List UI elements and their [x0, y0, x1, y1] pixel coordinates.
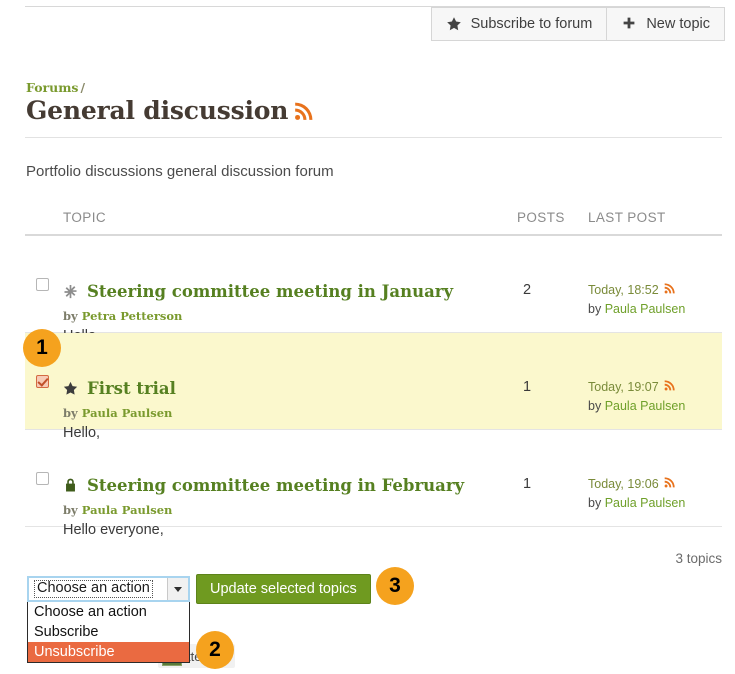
- forum-description: Portfolio discussions general discussion…: [26, 163, 334, 180]
- topic-by-label: by: [63, 503, 78, 517]
- last-post-time-text: Today, 19:07: [588, 378, 659, 396]
- topic-select-checkbox[interactable]: [36, 278, 49, 291]
- rss-icon[interactable]: [664, 281, 675, 299]
- topic-post-count: 1: [503, 476, 551, 492]
- breadcrumb-separator: /: [80, 80, 85, 95]
- column-header-posts: POSTS: [517, 210, 565, 225]
- last-post-author-name[interactable]: Paula Paulsen: [605, 496, 686, 510]
- last-post-author: by Paula Paulsen: [588, 397, 685, 415]
- table-row: First trial by Paula Paulsen Hello, 1 To…: [25, 333, 722, 430]
- topic-by-label: by: [63, 406, 78, 420]
- new-topic-label: New topic: [646, 16, 710, 32]
- topic-author-name[interactable]: Paula Paulsen: [82, 406, 173, 420]
- star-filled-icon: [63, 380, 78, 397]
- plus-icon: [621, 16, 637, 32]
- update-selected-topics-button[interactable]: Update selected topics: [196, 574, 371, 604]
- topic-last-post: Today, 19:06 by Paula Paulsen: [588, 475, 685, 512]
- topic-select-checkbox[interactable]: [36, 375, 49, 388]
- last-post-author-name[interactable]: Paula Paulsen: [605, 302, 686, 316]
- action-select-value: Choose an action: [34, 580, 153, 598]
- last-post-time: Today, 19:07: [588, 378, 675, 396]
- page-title: General discussion: [26, 96, 313, 125]
- annotation-badge-2: 2: [196, 631, 234, 669]
- topic-link[interactable]: Steering committee meeting in January: [63, 282, 453, 301]
- rss-icon[interactable]: [664, 475, 675, 493]
- last-post-author-name[interactable]: Paula Paulsen: [605, 399, 686, 413]
- topic-author-name[interactable]: Paula Paulsen: [82, 503, 173, 517]
- topic-author: by Paula Paulsen: [63, 406, 172, 420]
- topic-snippet: Hello everyone,: [63, 522, 164, 538]
- action-select[interactable]: Choose an action: [27, 576, 190, 602]
- topic-author-name[interactable]: Petra Petterson: [82, 309, 183, 323]
- last-post-author: by Paula Paulsen: [588, 300, 685, 318]
- row-checkbox-wrapper: [36, 278, 50, 292]
- forum-action-buttons: Subscribe to forum New topic: [431, 7, 725, 41]
- rss-icon[interactable]: [664, 378, 675, 396]
- topic-last-post: Today, 18:52 by Paula Paulsen: [588, 281, 685, 318]
- topic-link[interactable]: Steering committee meeting in February: [63, 476, 464, 495]
- topic-author: by Paula Paulsen: [63, 503, 172, 517]
- table-row: Steering committee meeting in January by…: [25, 236, 722, 333]
- last-post-author: by Paula Paulsen: [588, 494, 685, 512]
- topic-post-count: 2: [503, 282, 551, 298]
- action-option-unsubscribe[interactable]: Unsubscribe: [28, 642, 189, 662]
- last-post-time-text: Today, 19:06: [588, 475, 659, 493]
- annotation-badge-3: 3: [376, 567, 414, 605]
- action-option-subscribe[interactable]: Subscribe: [28, 622, 189, 642]
- table-header: TOPIC POSTS LAST POST: [25, 203, 722, 236]
- topic-select-checkbox[interactable]: [36, 472, 49, 485]
- chevron-down-icon[interactable]: [167, 578, 188, 600]
- update-selected-topics-label: Update selected topics: [210, 581, 357, 597]
- topic-title-text: Steering committee meeting in February: [87, 476, 464, 495]
- last-post-by-label: by: [588, 496, 601, 510]
- column-header-topic: TOPIC: [63, 210, 106, 225]
- row-checkbox-wrapper: [36, 375, 50, 389]
- topic-last-post: Today, 19:07 by Paula Paulsen: [588, 378, 685, 415]
- action-select-value-wrapper: Choose an action: [29, 578, 167, 600]
- new-topic-button[interactable]: New topic: [606, 7, 725, 41]
- topic-title-text: First trial: [87, 379, 176, 398]
- last-post-time: Today, 18:52: [588, 281, 675, 299]
- page-title-text: General discussion: [26, 96, 288, 125]
- last-post-time-text: Today, 18:52: [588, 281, 659, 299]
- subscribe-to-forum-button[interactable]: Subscribe to forum: [431, 7, 608, 41]
- topic-author: by Petra Petterson: [63, 309, 182, 323]
- rss-icon[interactable]: [294, 98, 313, 127]
- annotation-badge-1: 1: [23, 329, 61, 367]
- column-header-last-post: LAST POST: [588, 210, 666, 225]
- topics-table: TOPIC POSTS LAST POST Steering committee…: [25, 203, 722, 527]
- subscribe-to-forum-label: Subscribe to forum: [471, 16, 593, 32]
- asterisk-icon: [63, 283, 78, 300]
- forum-page: Subscribe to forum New topic Forums/ Gen…: [0, 0, 735, 674]
- star-icon: [446, 16, 462, 32]
- breadcrumb: Forums/: [26, 80, 85, 95]
- table-row: Steering committee meeting in February b…: [25, 430, 722, 527]
- last-post-by-label: by: [588, 399, 601, 413]
- topic-post-count: 1: [503, 379, 551, 395]
- topic-count: 3 topics: [675, 551, 722, 566]
- action-option-choose[interactable]: Choose an action: [28, 602, 189, 622]
- topic-by-label: by: [63, 309, 78, 323]
- last-post-by-label: by: [588, 302, 601, 316]
- topic-link[interactable]: First trial: [63, 379, 176, 398]
- lock-icon: [63, 477, 78, 494]
- row-checkbox-wrapper: [36, 472, 50, 486]
- title-divider: [25, 137, 722, 138]
- last-post-time: Today, 19:06: [588, 475, 675, 493]
- topic-title-text: Steering committee meeting in January: [87, 282, 453, 301]
- breadcrumb-item-forums[interactable]: Forums: [26, 80, 78, 95]
- action-select-menu[interactable]: Choose an action Subscribe Unsubscribe: [27, 602, 190, 663]
